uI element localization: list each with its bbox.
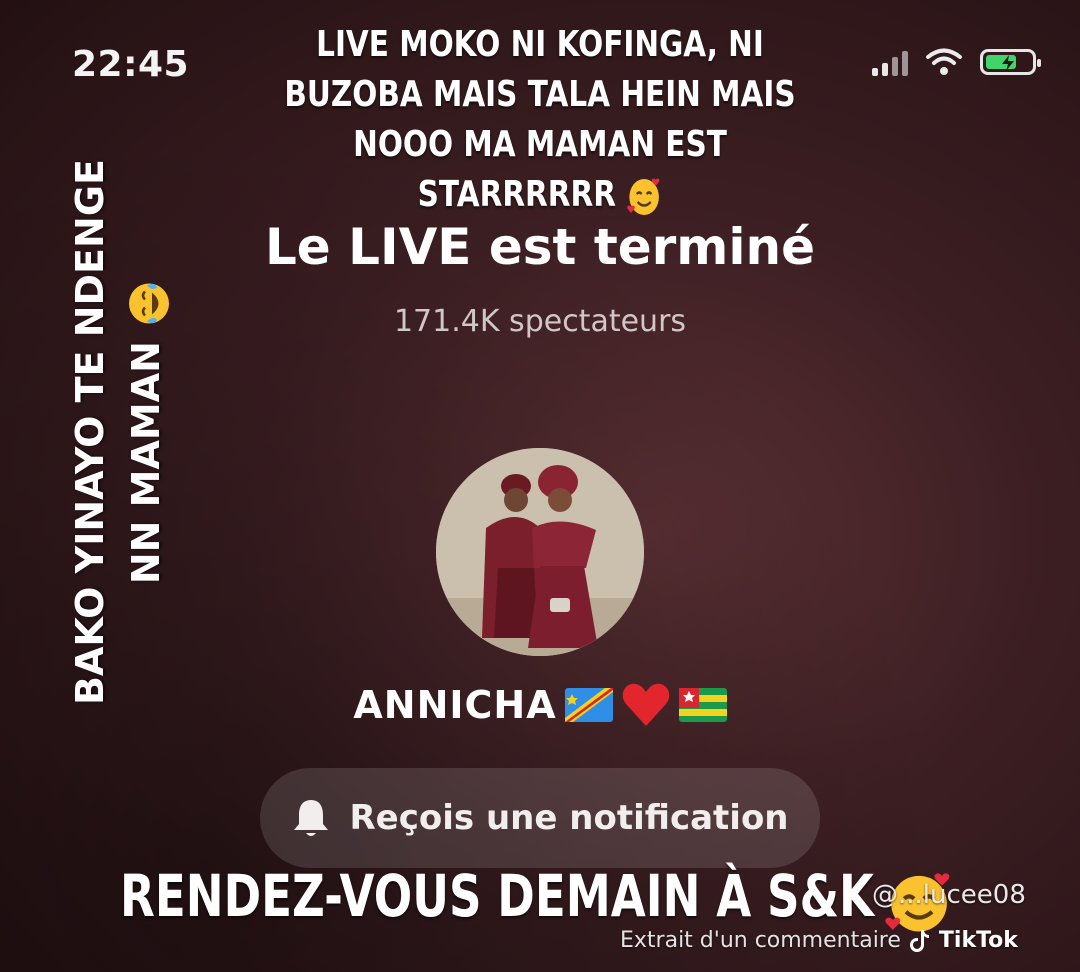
watermark-username: @...lucee08 bbox=[872, 880, 1026, 910]
notification-label: Reçois une notification bbox=[349, 798, 789, 838]
watermark: Extrait d'un commentaire TikTok bbox=[620, 928, 1018, 953]
notification-button[interactable]: Reçois une notification bbox=[260, 768, 820, 868]
username: ANNICHA bbox=[0, 682, 1080, 728]
caption-top-text: Live moko ni kofinga, ni buzoba mais Tal… bbox=[284, 24, 796, 215]
bell-icon bbox=[294, 800, 329, 836]
status-icons bbox=[872, 48, 1041, 76]
signal-icon bbox=[872, 48, 908, 76]
watermark-brand: TikTok bbox=[938, 928, 1018, 953]
caption-top: Live moko ni kofinga, ni buzoba mais Tal… bbox=[261, 20, 819, 220]
avatar[interactable] bbox=[436, 448, 644, 656]
wifi-icon bbox=[926, 48, 962, 75]
caption-bottom: Rendez-vous demain à S&K bbox=[120, 862, 874, 930]
viewer-count: 171.4K spectateurs bbox=[393, 304, 687, 339]
red-heart-icon bbox=[622, 683, 669, 726]
caption-bottom-text: Rendez-vous demain à S&K bbox=[120, 862, 875, 930]
tiktok-logo-icon bbox=[909, 929, 929, 952]
smiling-face-with-hearts-icon bbox=[627, 178, 660, 215]
couple-photo bbox=[436, 448, 644, 656]
battery-charging-icon bbox=[980, 49, 1041, 75]
drc-flag-icon bbox=[564, 688, 613, 722]
username-text: ANNICHA bbox=[353, 683, 557, 727]
togo-flag-icon bbox=[678, 688, 727, 722]
status-time: 22:45 bbox=[72, 44, 190, 85]
page-title: Le LIVE est terminé bbox=[264, 218, 816, 276]
watermark-extract-text: Extrait d'un commentaire bbox=[620, 928, 901, 953]
